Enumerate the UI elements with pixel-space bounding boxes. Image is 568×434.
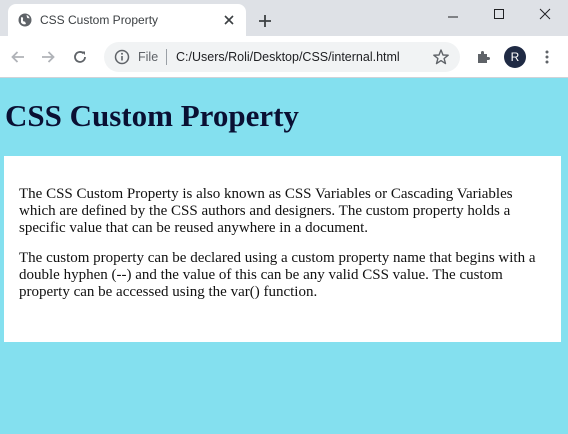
arrow-left-icon[interactable] bbox=[8, 47, 28, 67]
address-divider bbox=[166, 49, 167, 65]
avatar[interactable]: R bbox=[504, 46, 526, 68]
info-icon[interactable] bbox=[114, 49, 130, 65]
scheme-label: File bbox=[138, 50, 159, 64]
maximize-icon[interactable] bbox=[476, 0, 522, 28]
content-box: The CSS Custom Property is also known as… bbox=[4, 156, 561, 342]
star-icon[interactable] bbox=[432, 48, 450, 66]
close-icon[interactable] bbox=[222, 13, 236, 27]
globe-icon bbox=[18, 13, 32, 27]
page-viewport: CSS Custom Property The CSS Custom Prope… bbox=[0, 79, 568, 434]
paragraph-1: The CSS Custom Property is also known as… bbox=[19, 186, 513, 236]
tab-title: CSS Custom Property bbox=[40, 13, 159, 27]
window-close-icon[interactable] bbox=[522, 0, 568, 28]
minimize-icon[interactable] bbox=[430, 0, 476, 28]
reload-icon[interactable] bbox=[70, 47, 90, 67]
plus-icon[interactable] bbox=[256, 12, 274, 30]
paragraph-2: The custom property can be declared usin… bbox=[19, 250, 536, 300]
url-text[interactable]: C:/Users/Roli/Desktop/CSS/internal.html bbox=[176, 50, 426, 64]
arrow-right-icon[interactable] bbox=[38, 47, 58, 67]
puzzle-icon[interactable] bbox=[473, 47, 493, 67]
browser-toolbar: File C:/Users/Roli/Desktop/CSS/internal.… bbox=[0, 36, 568, 78]
page-title: CSS Custom Property bbox=[5, 98, 299, 133]
address-bar[interactable]: File C:/Users/Roli/Desktop/CSS/internal.… bbox=[104, 42, 460, 72]
kebab-menu-icon[interactable] bbox=[537, 47, 557, 67]
tab-active[interactable]: CSS Custom Property bbox=[8, 4, 246, 36]
tab-strip: CSS Custom Property bbox=[0, 0, 568, 36]
